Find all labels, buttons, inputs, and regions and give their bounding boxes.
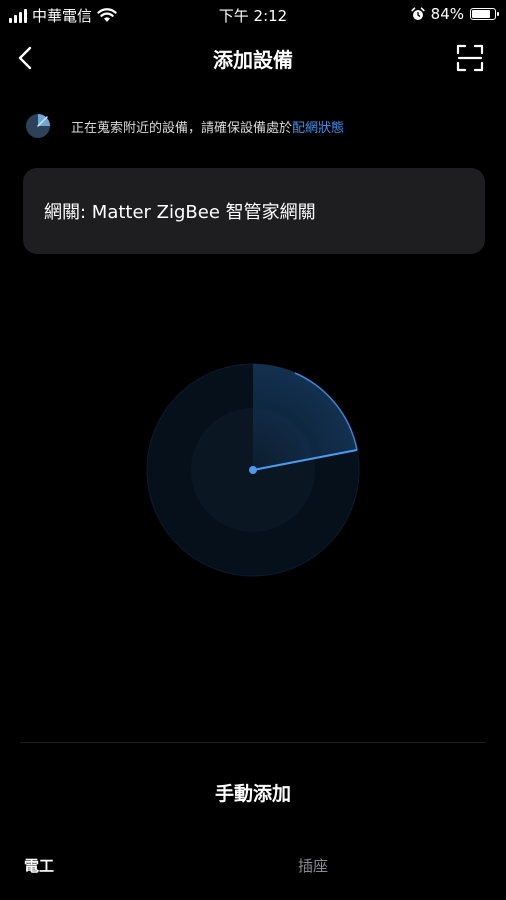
manual-add-button[interactable]: 手動添加: [0, 779, 506, 806]
gateway-card[interactable]: 網關: Matter ZigBee 智管家網關: [23, 168, 485, 254]
page-title: 添加設備: [213, 48, 293, 72]
search-status-text: 正在蒐索附近的設備，請確保設備處於: [71, 120, 293, 136]
battery-level: [472, 10, 491, 18]
alarm-icon: [411, 7, 425, 20]
gateway-label: 網關: Matter ZigBee 智管家網關: [44, 202, 316, 223]
pairing-mode-link[interactable]: 配網狀態: [292, 117, 344, 136]
status-bar: 中華電信 下午 2:12 84%: [0, 0, 506, 30]
scan-icon[interactable]: [454, 42, 486, 74]
divider: [20, 742, 486, 743]
searching-spinner-icon: [26, 114, 50, 138]
radar-scan-icon: [146, 363, 360, 577]
battery-icon: [470, 8, 499, 20]
search-status: 正在蒐索附近的設備，請確保設備處於 配網狀態: [25, 111, 485, 141]
battery-percent: 84%: [430, 5, 464, 23]
tab-socket[interactable]: 插座: [298, 855, 328, 876]
tab-electrician[interactable]: 電工: [24, 855, 54, 876]
nav-bar: 添加設備: [0, 32, 506, 82]
status-right: 84%: [411, 5, 499, 23]
